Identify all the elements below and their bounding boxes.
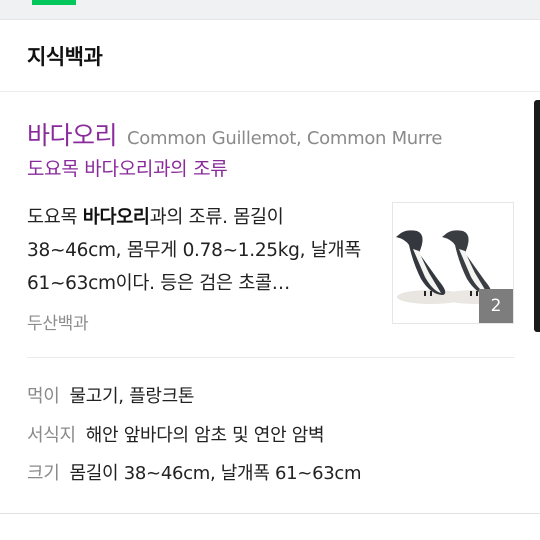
info-value: 물고기, 플랑크톤 [69,386,195,407]
page: 지식백과 바다오리 Common Guillemot, Common Murre … [0,0,540,540]
active-tab-indicator [32,0,76,5]
image-count-badge: 2 [479,289,513,323]
info-value: 해안 앞바다의 암초 및 연안 암벽 [85,425,325,446]
divider [0,91,540,92]
desc-keyword: 바다오리 [82,207,150,228]
info-label: 먹이 [27,386,60,407]
divider [27,357,515,358]
side-scroll-edge[interactable] [534,100,540,332]
entry-title[interactable]: 바다오리 [27,121,118,150]
entry-description[interactable]: 도요목 바다오리과의 조류. 몸길이 38~46cm, 몸무게 0.78~1.2… [27,201,377,300]
entry-thumbnail[interactable]: 2 [392,202,514,324]
info-row-food: 먹이 물고기, 플랑크톤 [27,382,195,408]
info-label: 서식지 [27,425,76,446]
entry-english-name: Common Guillemot, Common Murre [127,128,443,149]
info-label: 크기 [27,463,60,484]
entry-source[interactable]: 두산백과 [27,309,89,334]
entry-subtitle[interactable]: 도요목 바다오리과의 조류 [27,154,228,181]
info-row-size: 크기 몸길이 38~46cm, 날개폭 61~63cm [27,459,362,485]
top-tab-bar [0,0,540,20]
entry-header[interactable]: 바다오리 Common Guillemot, Common Murre [27,116,517,152]
encyclopedia-card: 지식백과 바다오리 Common Guillemot, Common Murre … [0,20,540,514]
info-value: 몸길이 38~46cm, 날개폭 61~63cm [69,463,362,484]
section-title[interactable]: 지식백과 [27,41,103,71]
info-row-habitat: 서식지 해안 앞바다의 암초 및 연안 암벽 [27,421,325,447]
desc-prefix: 도요목 [27,207,83,228]
